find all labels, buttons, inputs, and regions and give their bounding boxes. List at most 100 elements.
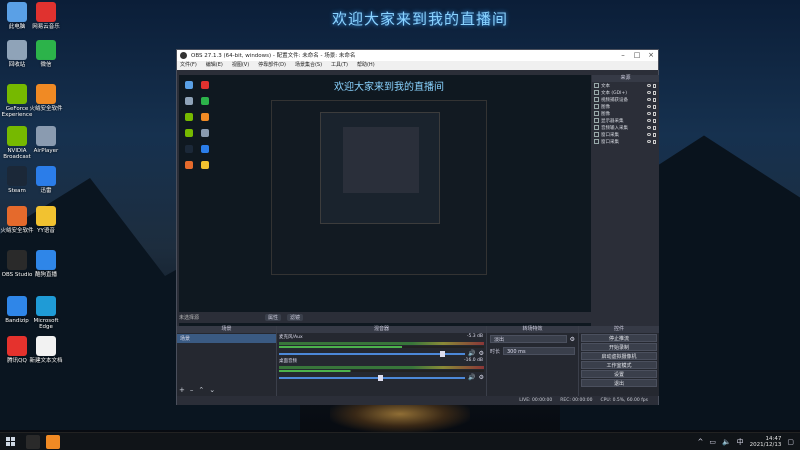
lock-icon[interactable]	[653, 90, 656, 95]
preview-icon	[185, 113, 193, 121]
eye-icon[interactable]	[647, 105, 651, 108]
taskbar-app-icon[interactable]	[46, 435, 60, 449]
add-icon[interactable]: +	[179, 386, 185, 394]
minimize-icon[interactable]: –	[616, 50, 630, 61]
source-item[interactable]: 图像	[592, 110, 659, 117]
control-button[interactable]: 设置	[581, 370, 657, 378]
menu-item[interactable]: 文件(F)	[180, 61, 197, 70]
app-icon	[7, 250, 27, 270]
lock-icon[interactable]	[653, 132, 656, 137]
eye-icon[interactable]	[647, 91, 651, 94]
source-item[interactable]: 显示器采集	[592, 117, 659, 124]
menu-item[interactable]: 编辑(E)	[206, 61, 223, 70]
menu-item[interactable]: 工具(T)	[331, 61, 348, 70]
source-type-icon	[594, 83, 599, 88]
volume-icon[interactable]: 🔈	[722, 438, 731, 446]
gear-icon[interactable]: ⚙	[479, 374, 484, 381]
eye-icon[interactable]	[647, 84, 651, 87]
lock-icon[interactable]	[653, 118, 656, 123]
source-label: 显示器采集	[601, 118, 624, 124]
windows-start-icon[interactable]	[6, 437, 16, 447]
eye-icon[interactable]	[647, 133, 651, 136]
move-down-icon[interactable]: ⌄	[209, 386, 215, 394]
eye-icon[interactable]	[647, 119, 651, 122]
speaker-icon[interactable]: 🔊	[468, 350, 475, 357]
source-item[interactable]: 文本	[592, 82, 659, 89]
obs-app-icon	[180, 52, 187, 59]
source-item[interactable]: 图像	[592, 103, 659, 110]
mixer-header: 混音器	[277, 326, 486, 333]
input-method[interactable]: 中	[737, 437, 744, 447]
obs-titlebar[interactable]: OBS 27.1.3 (64-bit, windows) - 配置文件: 未命名…	[177, 50, 658, 61]
duration-label: 时长	[490, 348, 501, 355]
menu-item[interactable]: 帮助(H)	[357, 61, 375, 70]
notification-icon[interactable]: ▢	[787, 438, 794, 446]
duration-input[interactable]: 300 ms	[503, 347, 575, 355]
source-item[interactable]: 窗口采集	[592, 131, 659, 138]
mixer-channel-name: 桌面音频	[279, 359, 297, 364]
lock-icon[interactable]	[653, 111, 656, 116]
volume-slider[interactable]	[279, 374, 466, 381]
display-icon[interactable]: ▭	[709, 438, 716, 446]
desktop-icon[interactable]: 网易云音乐	[29, 2, 63, 30]
preview-icon	[185, 129, 193, 137]
control-button[interactable]: 工作室模式	[581, 361, 657, 369]
source-label: 窗口采集	[601, 139, 619, 145]
mixer-channel: 桌面音频 -16.0 dB 🔊 ⚙	[277, 357, 486, 381]
lock-icon[interactable]	[653, 104, 656, 109]
move-up-icon[interactable]: ⌃	[198, 386, 204, 394]
desktop-icon[interactable]: Microsoft Edge	[29, 296, 63, 330]
lock-icon[interactable]	[653, 139, 656, 144]
lock-icon[interactable]	[653, 125, 656, 130]
desktop-icon[interactable]: AirPlayer	[29, 126, 63, 154]
eye-icon[interactable]	[647, 98, 651, 101]
control-button[interactable]: 开始录制	[581, 343, 657, 351]
maximize-icon[interactable]: □	[630, 50, 644, 61]
menu-item[interactable]: 停靠部件(D)	[258, 61, 286, 70]
desktop-icon[interactable]: 微信	[29, 40, 63, 68]
chevron-up-icon[interactable]: ^	[697, 438, 703, 446]
lock-icon[interactable]	[653, 97, 656, 102]
eye-icon[interactable]	[647, 126, 651, 129]
scene-item[interactable]: 场景	[177, 334, 276, 343]
remove-icon[interactable]: –	[190, 386, 194, 394]
volume-knob[interactable]	[378, 374, 384, 381]
filters-button[interactable]: 滤镜	[287, 314, 304, 321]
transition-select[interactable]: 淡出	[490, 335, 567, 343]
app-icon	[36, 166, 56, 186]
source-item[interactable]: 文本 (GDI+)	[592, 89, 659, 96]
volume-knob[interactable]	[439, 350, 445, 357]
source-item[interactable]: 音频输入采集	[592, 124, 659, 131]
desktop-icon[interactable]: 迅雷	[29, 166, 63, 194]
gear-icon[interactable]: ⚙	[570, 336, 575, 343]
control-button[interactable]: 启动虚拟摄像机	[581, 352, 657, 360]
controls-dock: 控件 停止推流 开始录制 启动虚拟摄像机 工作室模式 设置 退出	[579, 326, 659, 396]
source-item[interactable]: 视频捕获设备	[592, 96, 659, 103]
preview-icon	[185, 97, 193, 105]
app-icon	[36, 250, 56, 270]
gear-icon[interactable]: ⚙	[479, 350, 484, 357]
app-icon	[36, 126, 56, 146]
control-button[interactable]: 停止推流	[581, 334, 657, 342]
speaker-icon[interactable]: 🔊	[468, 374, 475, 381]
desktop-icon-label: YY语音	[37, 228, 55, 234]
eye-icon[interactable]	[647, 112, 651, 115]
properties-button[interactable]: 属性	[265, 314, 282, 321]
desktop-icon[interactable]: 火绒安全软件	[29, 84, 63, 112]
preview-icon	[201, 161, 209, 169]
lock-icon[interactable]	[653, 83, 656, 88]
source-item[interactable]: 窗口采集	[592, 138, 659, 145]
desktop-icon[interactable]: YY语音	[29, 206, 63, 234]
taskbar-obs-icon[interactable]	[26, 435, 40, 449]
app-icon	[7, 336, 27, 356]
preview-icon	[185, 145, 193, 153]
volume-slider[interactable]	[279, 350, 466, 357]
clock[interactable]: 14:47 2021/12/13	[750, 436, 782, 449]
desktop-icon[interactable]: 新建文本文档	[29, 336, 63, 364]
menu-item[interactable]: 视图(V)	[232, 61, 249, 70]
close-icon[interactable]: ×	[644, 50, 658, 61]
eye-icon[interactable]	[647, 140, 651, 143]
menu-item[interactable]: 场景集合(S)	[295, 61, 322, 70]
desktop-icon[interactable]: 酷狗直播	[29, 250, 63, 278]
control-button[interactable]: 退出	[581, 379, 657, 387]
